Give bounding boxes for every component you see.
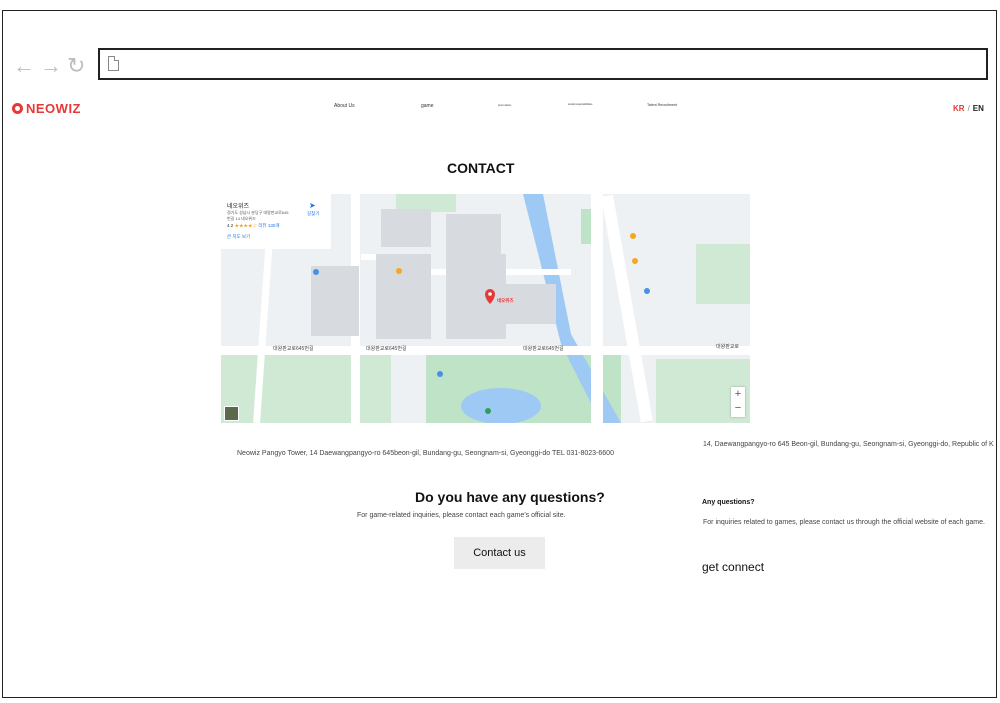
lang-separator: / [967, 104, 970, 113]
rating-stars-icon: ★★★★☆ [234, 223, 258, 228]
menu-game[interactable]: game [421, 103, 434, 109]
page-title: CONTACT [447, 160, 515, 176]
menu-talent-recruitment[interactable]: Talent Recruitment [647, 103, 677, 107]
map-rating-value: 4.2 [227, 223, 234, 228]
logo-text: NEOWIZ [26, 101, 81, 116]
larger-map-link[interactable]: 큰 지도 보기 [227, 234, 250, 240]
map-rating: 4.2 ★★★★☆ 리뷰 130개 [227, 223, 279, 229]
map-place-name: 네오위즈 [227, 204, 250, 210]
page-icon [108, 56, 119, 71]
map-road-label-2: 대왕판교로645번길 [366, 346, 407, 352]
questions-description: For game-related inquiries, please conta… [357, 512, 566, 519]
menu-promotion[interactable]: promotion [498, 103, 511, 107]
directions-icon[interactable]: ➤ [309, 201, 316, 210]
questions-title: Do you have any questions? [415, 489, 605, 505]
neowiz-logo[interactable]: NEOWIZ [12, 101, 81, 116]
map-road-label-3: 대왕판교로645번길 [523, 346, 564, 352]
embedded-map[interactable]: 네오위즈 경기도 성남시 분당구 대왕판교로645 번길 14 네오위즈 4.2… [221, 194, 750, 423]
questions-title-alt: Any questions? [702, 499, 755, 506]
back-arrow-icon[interactable]: ← [13, 55, 35, 77]
map-canvas[interactable] [221, 194, 750, 423]
get-connect-link[interactable]: get connect [702, 560, 764, 574]
menu-social-responsibilities[interactable]: social responsibilities [568, 103, 592, 106]
zoom-in-icon[interactable]: + [731, 387, 745, 401]
address-bar[interactable] [98, 48, 988, 80]
company-address: Neowiz Pangyo Tower, 14 Daewangpangyo-ro… [237, 450, 614, 457]
menu-about-us[interactable]: About Us [334, 103, 355, 109]
map-road-label-1: 대왕판교로645번길 [273, 346, 314, 352]
lang-kr[interactable]: KR [953, 104, 965, 113]
lang-en[interactable]: EN [973, 104, 984, 113]
map-reviews-link[interactable]: 리뷰 130개 [258, 223, 279, 228]
questions-description-alt: For inquiries related to games, please c… [703, 519, 985, 526]
map-place-address-2: 번길 14 네오위즈 [227, 216, 256, 221]
map-road-label-4: 대왕판교로 [716, 344, 740, 350]
logo-mark-icon [12, 103, 23, 114]
map-marker-label: 네오위즈 [497, 298, 514, 303]
map-layer-thumbnail[interactable] [224, 406, 239, 421]
directions-label[interactable]: 길찾기 [307, 211, 319, 217]
zoom-out-icon[interactable]: − [731, 401, 745, 415]
language-switch: KR / EN [953, 104, 984, 113]
contact-us-button[interactable]: Contact us [454, 537, 545, 569]
company-address-alt: 14, Daewangpangyo-ro 645 Beon-gil, Bunda… [703, 441, 994, 448]
map-zoom-control: + − [731, 387, 745, 417]
reload-icon[interactable]: ↻ [67, 55, 85, 77]
forward-arrow-icon[interactable]: → [40, 55, 62, 77]
